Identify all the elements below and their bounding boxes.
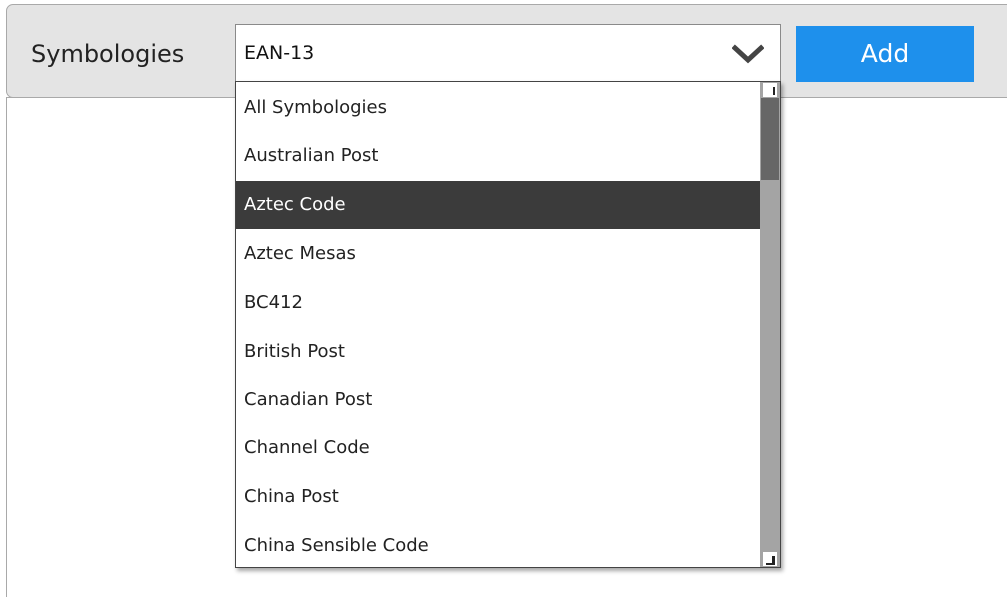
dropdown-options: All Symbologies Australian Post Aztec Co… [236,82,760,567]
option-canadian-post[interactable]: Canadian Post [236,376,760,424]
option-british-post[interactable]: British Post [236,328,760,376]
symbology-select[interactable]: EAN-13 [235,24,781,82]
triangle-down-icon [766,556,775,565]
triangle-up-icon [773,87,775,95]
add-button[interactable]: Add [796,26,974,82]
scroll-thumb[interactable] [761,98,779,180]
selected-symbology: EAN-13 [244,42,315,64]
symbology-dropdown-list: All Symbologies Australian Post Aztec Co… [235,81,781,568]
option-aztec-mesas[interactable]: Aztec Mesas [236,230,760,278]
option-all-symbologies[interactable]: All Symbologies [236,84,760,132]
dropdown-scrollbar[interactable] [760,82,780,567]
chevron-down-icon [732,44,764,64]
option-channel-code[interactable]: Channel Code [236,424,760,472]
option-bc412[interactable]: BC412 [236,279,760,327]
scroll-down-arrow-icon[interactable] [763,552,777,566]
symbologies-label: Symbologies [31,40,185,68]
option-aztec-code[interactable]: Aztec Code [236,181,760,229]
option-china-sensible-code[interactable]: China Sensible Code [236,522,760,567]
scroll-up-arrow-icon[interactable] [763,83,777,97]
option-china-post[interactable]: China Post [236,473,760,521]
option-australian-post[interactable]: Australian Post [236,132,760,180]
